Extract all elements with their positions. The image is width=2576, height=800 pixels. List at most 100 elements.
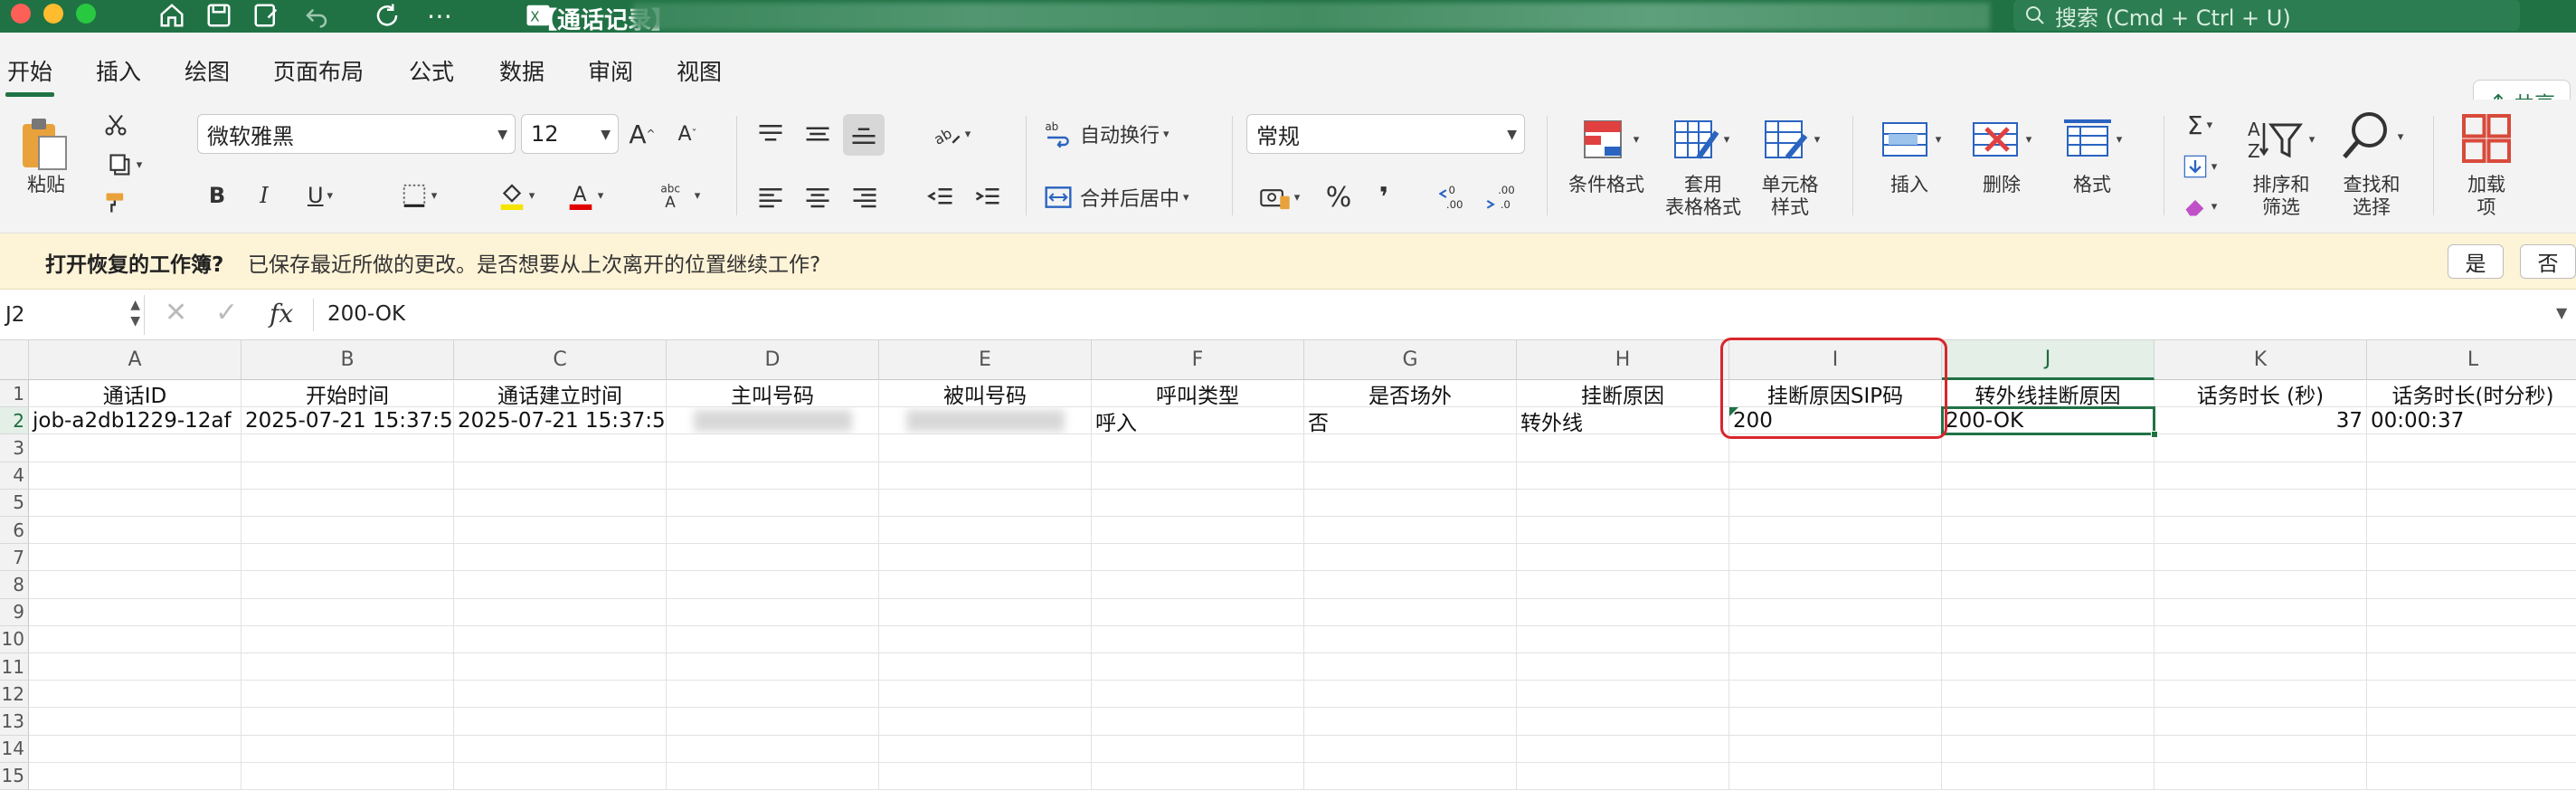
header-cell[interactable]: 呼叫类型 [1092, 380, 1304, 408]
cell-i7[interactable] [1729, 544, 1942, 572]
row-header-9[interactable]: 9 [0, 598, 29, 626]
cell-k11[interactable] [2155, 653, 2367, 681]
tab-formulas[interactable]: 公式 [409, 54, 454, 87]
cell-f8[interactable] [1092, 571, 1304, 599]
zoom-window-button[interactable] [76, 4, 96, 24]
row-header-14[interactable]: 14 [0, 735, 29, 763]
cell-a11[interactable] [29, 653, 242, 681]
column-header-e[interactable]: E [879, 340, 1092, 380]
confirm-entry-icon[interactable]: ✓ [215, 297, 238, 329]
cell-h11[interactable] [1517, 653, 1729, 681]
cell-e14[interactable] [879, 735, 1092, 763]
copy-icon[interactable]: ▾ [98, 148, 152, 181]
cell-f5[interactable] [1092, 489, 1304, 517]
header-cell[interactable]: 话务时长(时分秒) [2367, 380, 2576, 408]
italic-button[interactable]: I [248, 177, 280, 214]
cell-g3[interactable] [1304, 434, 1517, 462]
cell-d6[interactable] [667, 517, 879, 545]
row-header-8[interactable]: 8 [0, 571, 29, 599]
cell-d10[interactable] [667, 625, 879, 653]
font-size-select[interactable]: 12 ▼ [521, 114, 619, 154]
cell-a4[interactable] [29, 462, 242, 490]
insert-function-button[interactable]: fx [270, 299, 293, 329]
cell-a14[interactable] [29, 735, 242, 763]
header-cell[interactable]: 是否场外 [1304, 380, 1517, 408]
tab-data[interactable]: 数据 [499, 54, 545, 87]
cell-e2[interactable] [879, 407, 1092, 435]
comma-style-button[interactable]: ❜ [1366, 179, 1402, 215]
cell-i5[interactable] [1729, 489, 1942, 517]
cell-b2[interactable]: 2025-07-21 15:37:53 [242, 407, 454, 435]
cell-a6[interactable] [29, 517, 242, 545]
cell-f6[interactable] [1092, 517, 1304, 545]
minimize-window-button[interactable] [43, 4, 63, 24]
cell-e6[interactable] [879, 517, 1092, 545]
cell-k14[interactable] [2155, 735, 2367, 763]
cell-k8[interactable] [2155, 571, 2367, 599]
cell-h5[interactable] [1517, 489, 1729, 517]
cell-l4[interactable] [2367, 462, 2576, 490]
header-cell[interactable]: 通话建立时间 [454, 380, 667, 408]
cell-k15[interactable] [2155, 762, 2367, 790]
redo-icon[interactable] [369, 0, 405, 31]
percent-button[interactable]: % [1319, 179, 1359, 215]
cell-k5[interactable] [2155, 489, 2367, 517]
cell-c5[interactable] [454, 489, 667, 517]
decrease-font-size-button[interactable]: Aˇ [669, 116, 706, 152]
cell-f4[interactable] [1092, 462, 1304, 490]
format-painter-icon[interactable] [99, 186, 132, 219]
cell-k4[interactable] [2155, 462, 2367, 490]
select-all-corner[interactable] [0, 340, 29, 380]
decrease-decimal-button[interactable]: .00.0 [1482, 179, 1521, 215]
align-bottom-button[interactable] [843, 114, 885, 156]
cell-h9[interactable] [1517, 598, 1729, 626]
font-color-button[interactable]: A ▾ [554, 177, 617, 214]
cell-e9[interactable] [879, 598, 1092, 626]
cell-h4[interactable] [1517, 462, 1729, 490]
cell-i15[interactable] [1729, 762, 1942, 790]
cell-g13[interactable] [1304, 708, 1517, 736]
cell-j10[interactable] [1942, 625, 2155, 653]
cell-d7[interactable] [667, 544, 879, 572]
cell-f12[interactable] [1092, 681, 1304, 709]
home-icon[interactable] [154, 0, 190, 31]
tab-draw[interactable]: 绘图 [185, 54, 230, 87]
selection-fill-handle[interactable] [2151, 431, 2158, 439]
accounting-format-button[interactable]: ▾ [1248, 179, 1312, 215]
cell-e5[interactable] [879, 489, 1092, 517]
insert-cells-button[interactable]: ▾ [1870, 112, 1952, 167]
cell-b3[interactable] [242, 434, 454, 462]
save-as-icon[interactable] [248, 0, 284, 31]
cell-g14[interactable] [1304, 735, 1517, 763]
delete-cells-button[interactable]: ▾ [1961, 112, 2042, 167]
column-header-j[interactable]: J [1942, 340, 2155, 380]
cell-l13[interactable] [2367, 708, 2576, 736]
cell-i10[interactable] [1729, 625, 1942, 653]
row-header-5[interactable]: 5 [0, 489, 29, 517]
header-cell[interactable]: 开始时间 [242, 380, 454, 408]
cell-j12[interactable] [1942, 681, 2155, 709]
sort-filter-button[interactable]: A Z ▾ [2243, 112, 2319, 167]
cell-b10[interactable] [242, 625, 454, 653]
header-cell[interactable]: 挂断原因 [1517, 380, 1729, 408]
format-as-table-button[interactable]: ▾ [1661, 112, 1742, 167]
cell-d11[interactable] [667, 653, 879, 681]
name-box-stepper-icon[interactable]: ▲ ▼ [130, 297, 140, 329]
name-box[interactable]: J2 ▲ ▼ [0, 295, 145, 335]
column-header-g[interactable]: G [1304, 340, 1517, 380]
cell-h6[interactable] [1517, 517, 1729, 545]
column-header-b[interactable]: B [242, 340, 454, 380]
column-header-f[interactable]: F [1092, 340, 1304, 380]
cell-l11[interactable] [2367, 653, 2576, 681]
cell-h2[interactable]: 转外线 [1517, 407, 1729, 435]
cell-g5[interactable] [1304, 489, 1517, 517]
cell-a10[interactable] [29, 625, 242, 653]
cell-b6[interactable] [242, 517, 454, 545]
cell-b11[interactable] [242, 653, 454, 681]
cell-j13[interactable] [1942, 708, 2155, 736]
cell-l2[interactable]: 00:00:37 [2367, 407, 2576, 435]
cell-j3[interactable] [1942, 434, 2155, 462]
cell-styles-button[interactable]: ▾ [1751, 112, 1833, 167]
cell-j9[interactable] [1942, 598, 2155, 626]
cell-g4[interactable] [1304, 462, 1517, 490]
